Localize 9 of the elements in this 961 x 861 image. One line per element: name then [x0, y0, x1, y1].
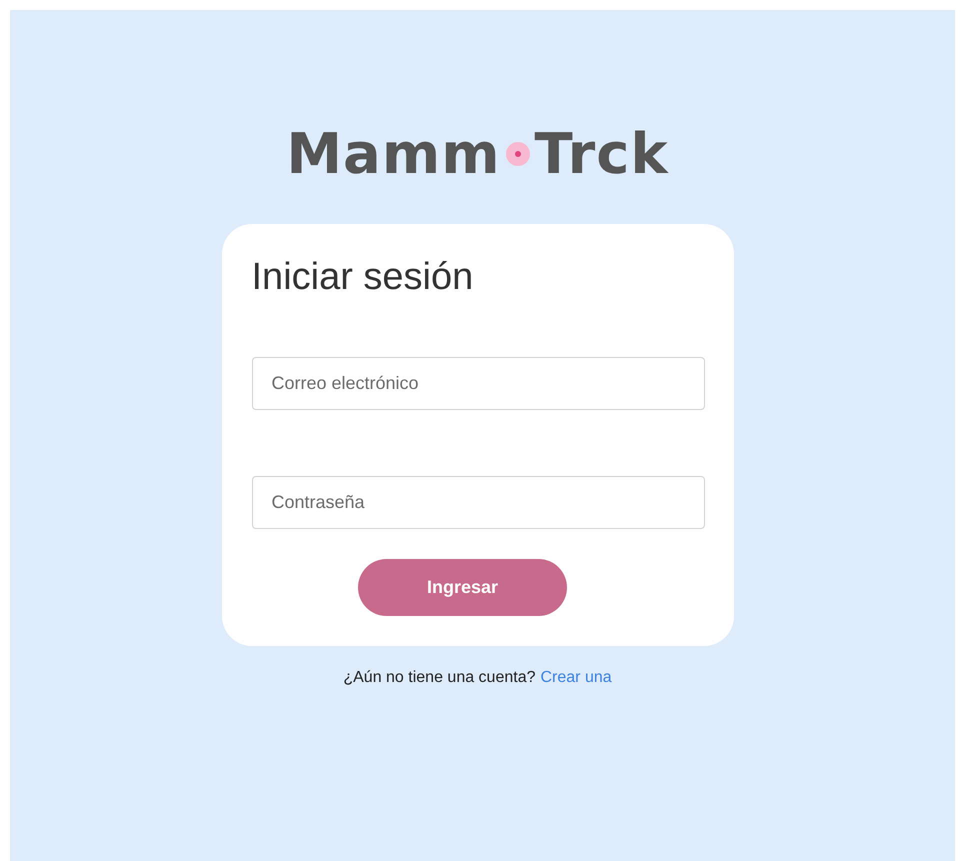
flower-icon [504, 141, 531, 167]
submit-button[interactable]: Ingresar [358, 559, 567, 616]
input-field[interactable]: Contraseña [252, 476, 704, 529]
input-field[interactable]: Correo electrónico [252, 357, 704, 410]
logo-text: Trck [534, 122, 669, 186]
signup-prompt: ¿Aún no tiene una cuenta? [343, 669, 536, 687]
card-title: Iniciar sesión [252, 256, 474, 299]
logo-text: Mamm [286, 122, 501, 186]
signup-link[interactable]: Crear una [540, 669, 612, 687]
